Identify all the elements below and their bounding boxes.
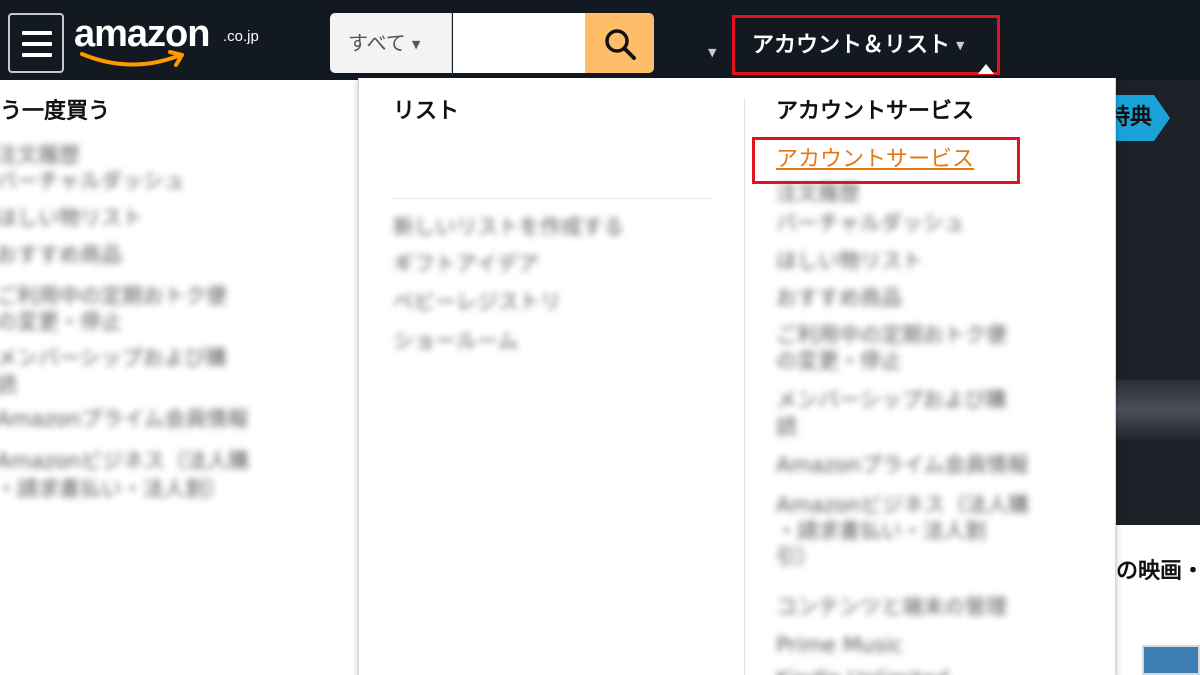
logo-domain: .co.jp [223,28,259,45]
account-menu-item[interactable]: おすすめ商品 [776,283,902,313]
account-menu-item[interactable]: 注文履歴 [776,178,860,208]
left-menu-item[interactable]: バーチャルダッシュ [0,166,185,196]
account-menu-item[interactable]: コンテンツと端末の管理 [776,592,1007,622]
hamburger-line [22,53,52,57]
top-navbar: amazon .co.jp すべて ▼ ▼ アカウント＆リスト ▼ [0,0,1200,80]
hamburger-line [22,31,52,35]
language-caret-icon[interactable]: ▼ [708,46,716,59]
account-menu-item[interactable]: の変更・停止 [776,346,902,376]
hero-banner[interactable] [1116,80,1200,525]
lists-column-title: リスト [393,99,460,124]
search-button[interactable] [585,13,654,73]
account-menu-item[interactable]: メンバーシップおよび購 [776,385,1007,415]
caret-down-icon: ▼ [411,37,421,51]
search-input[interactable] [453,13,585,73]
account-lists-flyout [358,78,1116,675]
account-services-link[interactable]: アカウントサービス [776,144,974,176]
left-menu-item[interactable]: ・請求書払い・法人割） [0,474,227,504]
lists-divider [392,198,712,199]
lists-menu-item[interactable]: 新しいリストを作成する [393,212,624,242]
section-heading: の映画・ [1116,559,1200,584]
search-category-label: すべて [348,31,406,55]
lists-menu-item[interactable]: ベビーレジストリ [393,287,561,317]
hamburger-line [22,42,52,46]
smile-arrow-icon [80,50,184,67]
search-category-dropdown[interactable]: すべて ▼ [330,13,452,73]
left-menu-item[interactable]: おすすめ商品 [0,240,122,270]
account-and-lists-menu[interactable]: アカウント＆リスト ▼ [740,22,964,70]
hamburger-menu-button[interactable] [8,13,64,73]
amazon-logo[interactable]: amazon .co.jp [72,8,282,70]
left-menu-item[interactable]: Amazonプライム会員情報 [0,404,248,434]
account-menu-item[interactable]: 引） [776,542,818,572]
account-menu-item[interactable]: バーチャルダッシュ [776,208,965,238]
search-bar: すべて ▼ [330,13,654,73]
hero-banner-image [1116,380,1200,440]
left-menu-item[interactable]: メンバーシップおよび購 [0,343,227,373]
buy-again-heading: う一度買う [0,99,111,124]
flyout-pointer [978,64,994,74]
caret-down-icon: ▼ [956,39,965,52]
account-menu-item[interactable]: 読 [776,412,797,442]
lists-menu-item[interactable]: ショールーム [393,326,518,356]
left-menu-item[interactable]: の変更・停止 [0,307,122,337]
search-icon [605,29,636,60]
account-services-title: アカウントサービス [776,99,975,124]
account-menu-item[interactable]: Amazonプライム会員情報 [776,450,1028,480]
promo-tag-arrow [1154,95,1170,141]
left-menu-item[interactable]: Amazonビジネス（法人購 [0,446,249,476]
lists-menu-item[interactable]: ギフトアイデア [393,249,539,279]
account-and-lists-label: アカウント＆リスト [752,33,951,58]
account-menu-item[interactable]: Kindle Unlimited [776,664,949,675]
account-menu-item[interactable]: Prime Music [776,630,903,660]
account-menu-item[interactable]: ほしい物リスト [776,246,923,276]
left-menu-item[interactable]: ほしい物リスト [0,203,143,233]
product-thumbnail[interactable] [1142,645,1200,675]
column-divider [744,98,745,675]
left-menu-item[interactable]: 読 [0,370,17,400]
